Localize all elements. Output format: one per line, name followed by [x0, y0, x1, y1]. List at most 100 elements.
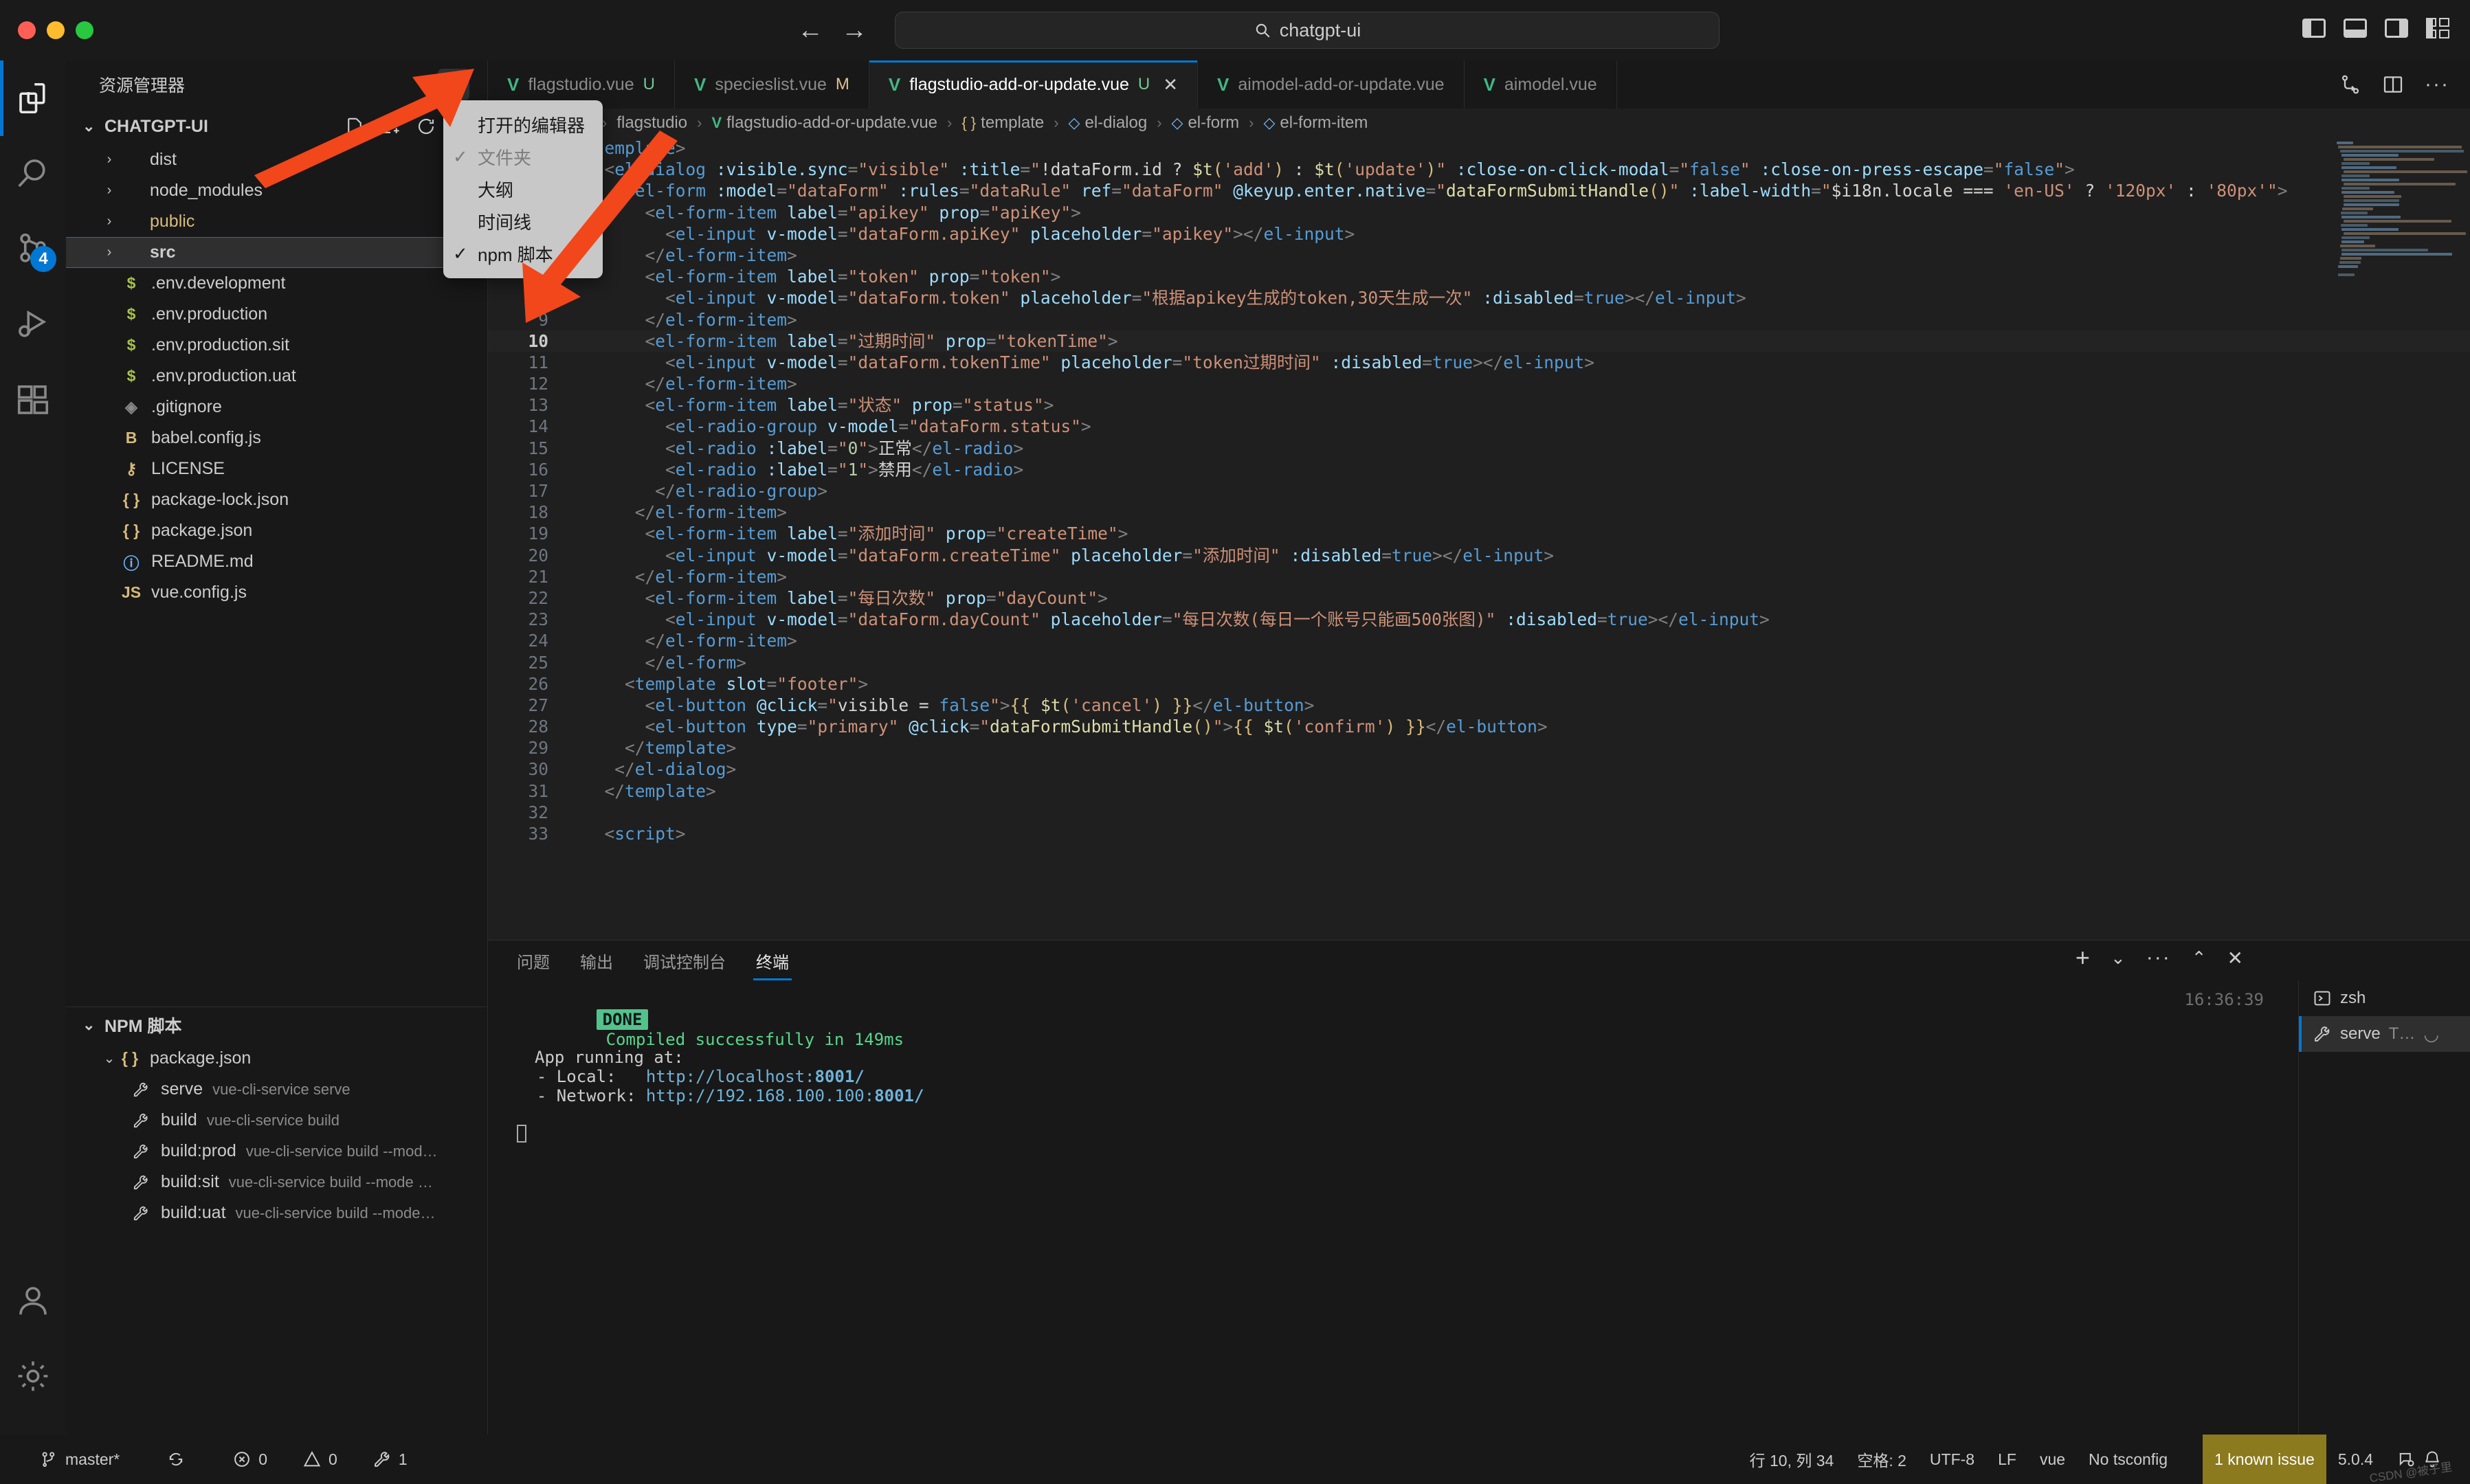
close-window-button[interactable] [18, 21, 36, 39]
code-line-19[interactable]: 19 <el-form-item label="添加时间" prop="crea… [488, 523, 2470, 544]
network-url[interactable]: http://192.168.100.100: [646, 1086, 874, 1105]
code-line-29[interactable]: 29 </template> [488, 737, 2470, 758]
navigate-forward-button[interactable]: → [841, 17, 867, 43]
status-eol[interactable]: LF [1986, 1435, 2028, 1484]
code-line-10[interactable]: 10 <el-form-item label="过期时间" prop="toke… [488, 330, 2470, 352]
terminal-tab-serve[interactable]: serve T… ◡ [2299, 1016, 2470, 1052]
code-line-3[interactable]: 3 <el-form :model="dataForm" :rules="dat… [488, 180, 2470, 201]
code-line-11[interactable]: 11 <el-input v-model="dataForm.tokenTime… [488, 352, 2470, 373]
code-line-15[interactable]: 15 <el-radio :label="0">正常</el-radio> [488, 438, 2470, 459]
tree-item-public[interactable]: › public [66, 206, 487, 237]
chevron-up-icon[interactable]: ⌃ [2192, 947, 2207, 969]
network-port[interactable]: 8001/ [874, 1086, 924, 1105]
tree-item-babel-config-js[interactable]: Bbabel.config.js [66, 423, 487, 453]
code-line-25[interactable]: 25 </el-form> [488, 652, 2470, 673]
toggle-secondary-sidebar-icon[interactable] [2385, 19, 2408, 38]
panel-tab-0[interactable]: 问题 [517, 941, 550, 980]
code-line-17[interactable]: 17 </el-radio-group> [488, 480, 2470, 502]
tree-item--env-production-sit[interactable]: $ .env.production.sit [66, 330, 487, 361]
status-tsconfig-status[interactable]: No tsconfig [2077, 1435, 2179, 1484]
new-file-icon[interactable] [344, 116, 365, 137]
breadcrumb-item-template[interactable]: { } template [961, 113, 1044, 133]
code-line-18[interactable]: 18 </el-form-item> [488, 502, 2470, 523]
section-header-workspace[interactable]: ⌄ CHATGPT-UI [66, 109, 487, 144]
maximize-window-button[interactable] [76, 21, 93, 39]
npm-script-build-uat[interactable]: build:uat vue-cli-service build --mode… [66, 1198, 487, 1228]
tree-item-package-lock-json[interactable]: { } package-lock.json [66, 484, 487, 515]
customize-layout-icon[interactable] [2426, 18, 2449, 38]
context-menu-item-2[interactable]: 大纲 [443, 173, 603, 205]
npm-script-build-sit[interactable]: build:sit vue-cli-service build --mode … [66, 1167, 487, 1198]
code-line-9[interactable]: 9 </el-form-item> [488, 309, 2470, 330]
split-editor-icon[interactable] [2382, 74, 2404, 95]
status-indentation[interactable]: 空格: 2 [1845, 1435, 1918, 1484]
activity-item-explorer[interactable] [0, 60, 66, 136]
tree-item-package-json[interactable]: { } package.json [66, 515, 487, 546]
status-cursor-position[interactable]: 行 10, 列 34 [1738, 1435, 1846, 1484]
npm-script-build[interactable]: build vue-cli-service build [66, 1105, 487, 1136]
tree-item--env-development[interactable]: $ .env.development [66, 268, 487, 299]
context-menu-item-4[interactable]: ✓ npm 脚本 [443, 238, 603, 270]
code-line-22[interactable]: 22 <el-form-item label="每日次数" prop="dayC… [488, 587, 2470, 609]
context-menu-item-1[interactable]: ✓ 文件夹 [443, 141, 603, 173]
tree-item--env-production-uat[interactable]: $ .env.production.uat [66, 361, 487, 392]
editor-more-actions-icon[interactable]: ··· [2425, 73, 2449, 96]
explorer-actions[interactable] [344, 116, 436, 137]
code-line-14[interactable]: 14 <el-radio-group v-model="dataForm.sta… [488, 416, 2470, 437]
new-terminal-icon[interactable]: + [2076, 945, 2090, 970]
code-line-33[interactable]: 33 <script> [488, 823, 2470, 844]
editor-tab-aimodel-add-or-update-vue[interactable]: Vaimodel-add-or-update.vue [1198, 60, 1465, 109]
breadcrumb-item-el-form-item[interactable]: ◇ el-form-item [1263, 113, 1368, 133]
code-line-23[interactable]: 23 <el-input v-model="dataForm.dayCount"… [488, 609, 2470, 630]
tree-item-src[interactable]: › src [66, 237, 487, 268]
code-line-27[interactable]: 27 <el-button @click="visible = false">{… [488, 695, 2470, 716]
tree-item--gitignore[interactable]: ◈ .gitignore [66, 392, 487, 423]
panel-tab-1[interactable]: 输出 [580, 941, 613, 980]
code-line-12[interactable]: 12 </el-form-item> [488, 373, 2470, 394]
editor-tab-aimodel-vue[interactable]: Vaimodel.vue [1464, 60, 1617, 109]
section-header-npm[interactable]: ⌄ NPM 脚本 [66, 1007, 487, 1043]
status-tag-format[interactable] [2179, 1435, 2203, 1484]
terminal-tab-zsh[interactable]: zsh [2299, 980, 2470, 1016]
npm-script-build-prod[interactable]: build:prod vue-cli-service build --mod… [66, 1136, 487, 1167]
breadcrumb-item-flagstudio-add-or-update-vue[interactable]: Vflagstudio-add-or-update.vue [711, 113, 937, 133]
status-sync[interactable] [155, 1435, 197, 1484]
code-line-1[interactable]: 1<template> [488, 137, 2470, 159]
minimize-window-button[interactable] [47, 21, 65, 39]
context-menu-item-3[interactable]: 时间线 [443, 205, 603, 238]
status-npm-tasks[interactable]: 1 [372, 1435, 419, 1484]
tree-item-readme-md[interactable]: ⓘ README.md [66, 546, 487, 577]
code-line-32[interactable]: 32 [488, 802, 2470, 823]
panel-actions[interactable]: + ⌄ ··· ⌃ ✕ [2076, 945, 2243, 970]
toggle-primary-sidebar-icon[interactable] [2302, 19, 2326, 38]
status-known-issue[interactable]: 1 known issue [2203, 1435, 2326, 1484]
refresh-icon[interactable] [416, 116, 436, 137]
tree-item-dist[interactable]: › dist [66, 144, 487, 175]
code-editor[interactable]: 1<template>2 <el-dialog :visible.sync="v… [488, 137, 2470, 917]
context-menu-item-0[interactable]: 打开的编辑器 [443, 109, 603, 141]
breadcrumb-item-el-form[interactable]: ◇ el-form [1172, 113, 1240, 133]
status-language-mode[interactable]: vue [2028, 1435, 2077, 1484]
code-line-7[interactable]: 7 <el-form-item label="token" prop="toke… [488, 266, 2470, 287]
panel-tab-3[interactable]: 终端 [753, 941, 792, 980]
activity-item-settings[interactable] [0, 1338, 66, 1414]
code-line-24[interactable]: 24 </el-form-item> [488, 630, 2470, 651]
breadcrumb-item-el-dialog[interactable]: ◇ el-dialog [1069, 113, 1148, 133]
window-controls[interactable] [0, 21, 172, 39]
code-line-2[interactable]: 2 <el-dialog :visible.sync="visible" :ti… [488, 159, 2470, 180]
editor-tab-specieslist-vue[interactable]: Vspecieslist.vue M [674, 60, 869, 109]
split-diff-icon[interactable] [2339, 74, 2361, 95]
npm-package-row[interactable]: ⌄ { } package.json [66, 1043, 487, 1074]
navigate-back-button[interactable]: ← [797, 17, 823, 43]
panel-tab-2[interactable]: 调试控制台 [643, 941, 726, 980]
views-context-menu[interactable]: 打开的编辑器 ✓ 文件夹 大纲 时间线 ✓ npm 脚本 [443, 100, 603, 278]
code-line-13[interactable]: 13 <el-form-item label="状态" prop="status… [488, 394, 2470, 416]
activity-item-extensions[interactable] [0, 363, 66, 438]
status-warnings[interactable]: 0 [302, 1435, 349, 1484]
activity-item-source-control[interactable]: 4 [0, 212, 66, 287]
tree-item-node-modules[interactable]: › node_modules [66, 175, 487, 206]
chevron-down-icon[interactable]: ⌄ [2111, 947, 2126, 969]
local-port[interactable]: 8001/ [814, 1067, 864, 1086]
code-line-26[interactable]: 26 <template slot="footer"> [488, 673, 2470, 695]
activity-item-run-debug[interactable] [0, 287, 66, 363]
